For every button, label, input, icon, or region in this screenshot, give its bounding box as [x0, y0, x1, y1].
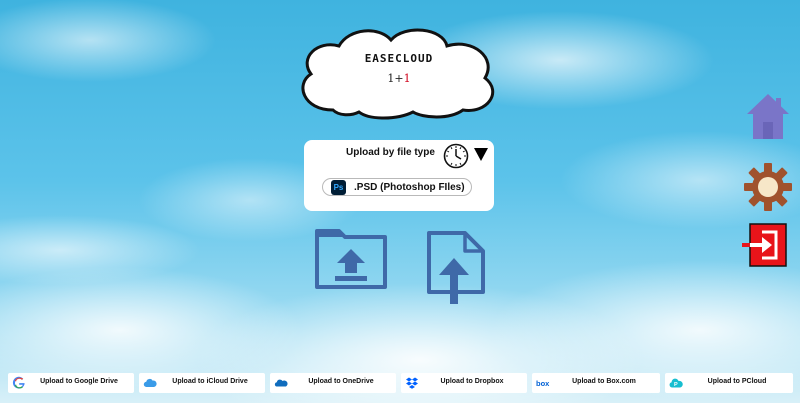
upload-target-label: Upload to Dropbox — [440, 378, 504, 385]
upload-pcloud-button[interactable]: P Upload to PCloud — [665, 373, 793, 393]
app-title-cloud: EASECLOUD 1+1 — [293, 22, 505, 122]
app-name: EASECLOUD — [364, 52, 434, 65]
folder-upload-icon[interactable] — [313, 225, 389, 291]
home-icon[interactable] — [746, 92, 790, 140]
exit-icon[interactable] — [740, 223, 788, 267]
app-version: 1+1 — [387, 72, 411, 85]
file-upload-icon[interactable] — [425, 230, 487, 306]
file-type-value: .PSD (Photoshop FIles) — [354, 182, 465, 193]
upload-dropbox-button[interactable]: Upload to Dropbox — [401, 373, 527, 393]
upload-target-label: Upload to iCloud Drive — [172, 378, 248, 385]
upload-icloud-button[interactable]: Upload to iCloud Drive — [139, 373, 265, 393]
upload-target-label: Upload to PCloud — [707, 378, 767, 385]
upload-target-label: Upload to OneDrive — [308, 378, 374, 385]
upload-targets-bar: Upload to Google Drive Upload to iCloud … — [0, 373, 800, 395]
upload-target-label: Upload to Google Drive — [40, 378, 118, 385]
upload-google-drive-button[interactable]: Upload to Google Drive — [8, 373, 134, 393]
upload-box-button[interactable]: box Upload to Box.com — [532, 373, 660, 393]
file-type-panel: Upload by file type Ps .PSD (Photoshop F… — [304, 140, 494, 211]
upload-onedrive-button[interactable]: Upload to OneDrive — [270, 373, 396, 393]
file-type-select[interactable]: Ps .PSD (Photoshop FIles) — [322, 178, 472, 196]
file-type-label: Upload by file type — [346, 147, 435, 158]
photoshop-icon: Ps — [331, 180, 346, 195]
gear-icon[interactable] — [743, 162, 793, 212]
clock-icon[interactable] — [443, 143, 469, 169]
upload-target-label: Upload to Box.com — [572, 378, 636, 385]
chevron-down-icon[interactable] — [474, 148, 488, 161]
